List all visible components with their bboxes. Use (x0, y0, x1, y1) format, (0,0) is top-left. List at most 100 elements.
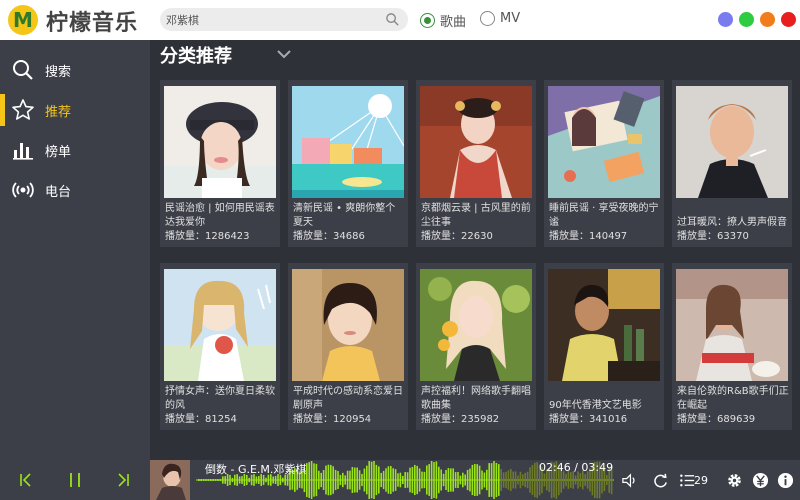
playlist-title[interactable]: 民谣治愈 | 如何用民谣表达我爱你 (165, 202, 277, 230)
playlist-card[interactable]: 声控福利！网络歌手翻唱歌曲集 播放量：235982 (416, 263, 536, 430)
playlist-cover[interactable] (292, 269, 404, 381)
waveform-bar (490, 463, 493, 497)
waveform-bar (428, 464, 430, 496)
album-cover[interactable] (150, 460, 190, 500)
volume-icon[interactable] (621, 472, 638, 489)
playlist-title[interactable]: 清新民谣 • 爽朗你整个夏天 (293, 202, 405, 230)
now-playing-title: 倒数 - G.E.M.邓紫棋 (205, 463, 307, 476)
waveform-bar (212, 479, 214, 481)
waveform-bar (510, 469, 512, 491)
waveform-bar (322, 470, 325, 490)
waveform-bar (402, 475, 404, 485)
playlist-title[interactable]: 90年代香港文艺电影 (549, 399, 661, 413)
radio-mv-dot[interactable] (480, 11, 495, 26)
playlist-cover[interactable] (548, 269, 660, 381)
playlist-card[interactable]: 睡前民谣 · 享受夜晚的宁谧 播放量：140497 (544, 80, 664, 247)
playlist-card[interactable]: 平成时代の感动系恋爱日剧原声 播放量：120954 (288, 263, 408, 430)
waveform-bar (231, 477, 234, 483)
waveform-bar (366, 465, 368, 495)
waveform-bar (476, 464, 478, 496)
waveform-bar (565, 473, 567, 487)
playlist-card[interactable]: 民谣治愈 | 如何用民谣表达我爱你 播放量：1286423 (160, 80, 280, 247)
playlist-title[interactable]: 抒情女声：送你夏日柔软的风 (165, 385, 277, 413)
sidebar-item-radio[interactable]: 电台 (0, 170, 150, 210)
playlist-plays: 播放量：81254 (165, 414, 237, 425)
waveform-bar (330, 464, 332, 496)
playlist-card[interactable]: 清新民谣 • 爽朗你整个夏天 播放量：34686 (288, 80, 408, 247)
playlist-title[interactable]: 声控福利！网络歌手翻唱歌曲集 (421, 385, 533, 413)
waveform-bar (462, 472, 464, 488)
waveform-bar (200, 479, 202, 481)
playlist-cover[interactable] (292, 86, 404, 198)
waveform-bar (450, 468, 452, 492)
search-icon[interactable] (385, 12, 400, 27)
search-box[interactable] (160, 8, 408, 31)
waveform-bar (512, 471, 514, 489)
queue-count: 29 (694, 474, 708, 487)
playlist-cover[interactable] (676, 269, 788, 381)
sidebar-item-search[interactable]: 搜索 (0, 50, 150, 90)
sidebar-item-label: 推荐 (45, 104, 72, 120)
star-icon (12, 99, 34, 120)
playlist-title[interactable]: 京都烟云录 | 古风里的前尘往事 (421, 202, 533, 230)
previous-icon[interactable] (17, 471, 35, 489)
waveform-bar (570, 472, 572, 488)
playlist-title[interactable]: 睡前民谣 · 享受夜晚的宁谧 (549, 202, 661, 230)
radio-song-dot[interactable] (420, 13, 435, 28)
playlist-card[interactable]: 90年代香港文艺电影 播放量：341016 (544, 263, 664, 430)
waveform-bar (447, 468, 450, 492)
playlist-title[interactable]: 过耳暖风：撩人男声假音 (677, 216, 789, 230)
info-icon[interactable] (777, 472, 794, 489)
waveform-bar (464, 474, 466, 486)
playlist-plays: 播放量：63370 (677, 231, 749, 242)
waveform-bar (514, 471, 517, 489)
section-title: 分类推荐 (160, 46, 232, 67)
sidebar-item-recommend[interactable]: 推荐 (0, 90, 150, 130)
radio-song[interactable]: 歌曲 (420, 11, 466, 30)
gear-icon[interactable] (726, 472, 743, 489)
waveform-bar (519, 471, 522, 489)
waveform-bar (574, 475, 577, 485)
waveform-bar (517, 475, 519, 485)
chevron-down-icon[interactable] (276, 47, 292, 61)
waveform-bar (409, 467, 411, 493)
next-icon[interactable] (114, 471, 132, 489)
minimize-circle[interactable] (739, 12, 754, 27)
playlist-cover[interactable] (420, 269, 532, 381)
waveform-bar (584, 474, 586, 486)
waveform-bar (536, 462, 538, 498)
repeat-icon[interactable] (652, 472, 669, 489)
maximize-circle[interactable] (760, 12, 775, 27)
playlist-title[interactable]: 来自伦敦的R&B歌手们正在崛起 (677, 385, 789, 413)
playlist-card[interactable]: 京都烟云录 | 古风里的前尘往事 播放量：22630 (416, 80, 536, 247)
skin-circle-purple[interactable] (718, 12, 733, 27)
sidebar-item-charts[interactable]: 榜单 (0, 130, 150, 170)
playlist-card[interactable]: 过耳暖风：撩人男声假音 播放量：63370 (672, 80, 792, 247)
waveform-bar (224, 476, 226, 484)
radio-mv[interactable]: MV (480, 11, 520, 26)
close-circle[interactable] (781, 12, 796, 27)
waveform-bar (373, 461, 375, 499)
playlist-title[interactable]: 平成时代の感动系恋爱日剧原声 (293, 385, 405, 413)
playlist-cover[interactable] (548, 86, 660, 198)
search-input[interactable] (166, 10, 376, 29)
waveform-bar (332, 466, 334, 494)
waveform-bar (210, 479, 212, 481)
playlist-cover[interactable] (164, 269, 276, 381)
waveform-bar (349, 470, 351, 490)
playlist-card[interactable]: 抒情女声：送你夏日柔软的风 播放量：81254 (160, 263, 280, 430)
waveform-bar (474, 463, 476, 497)
playlist-cover[interactable] (420, 86, 532, 198)
waveform-bar (426, 465, 428, 495)
playlist-card[interactable]: 来自伦敦的R&B歌手们正在崛起 播放量：689639 (672, 263, 792, 430)
waveform-bar (241, 476, 243, 484)
playlist-plays: 播放量：120954 (293, 414, 372, 425)
waveform-bar (207, 479, 210, 481)
playlist-cover[interactable] (676, 86, 788, 198)
waveform-bar (248, 477, 250, 483)
waveform-bar (334, 469, 337, 491)
playlist-cover[interactable] (164, 86, 276, 198)
yen-icon[interactable] (752, 472, 769, 489)
waveform-bar (483, 472, 486, 488)
pause-icon[interactable] (66, 471, 84, 489)
